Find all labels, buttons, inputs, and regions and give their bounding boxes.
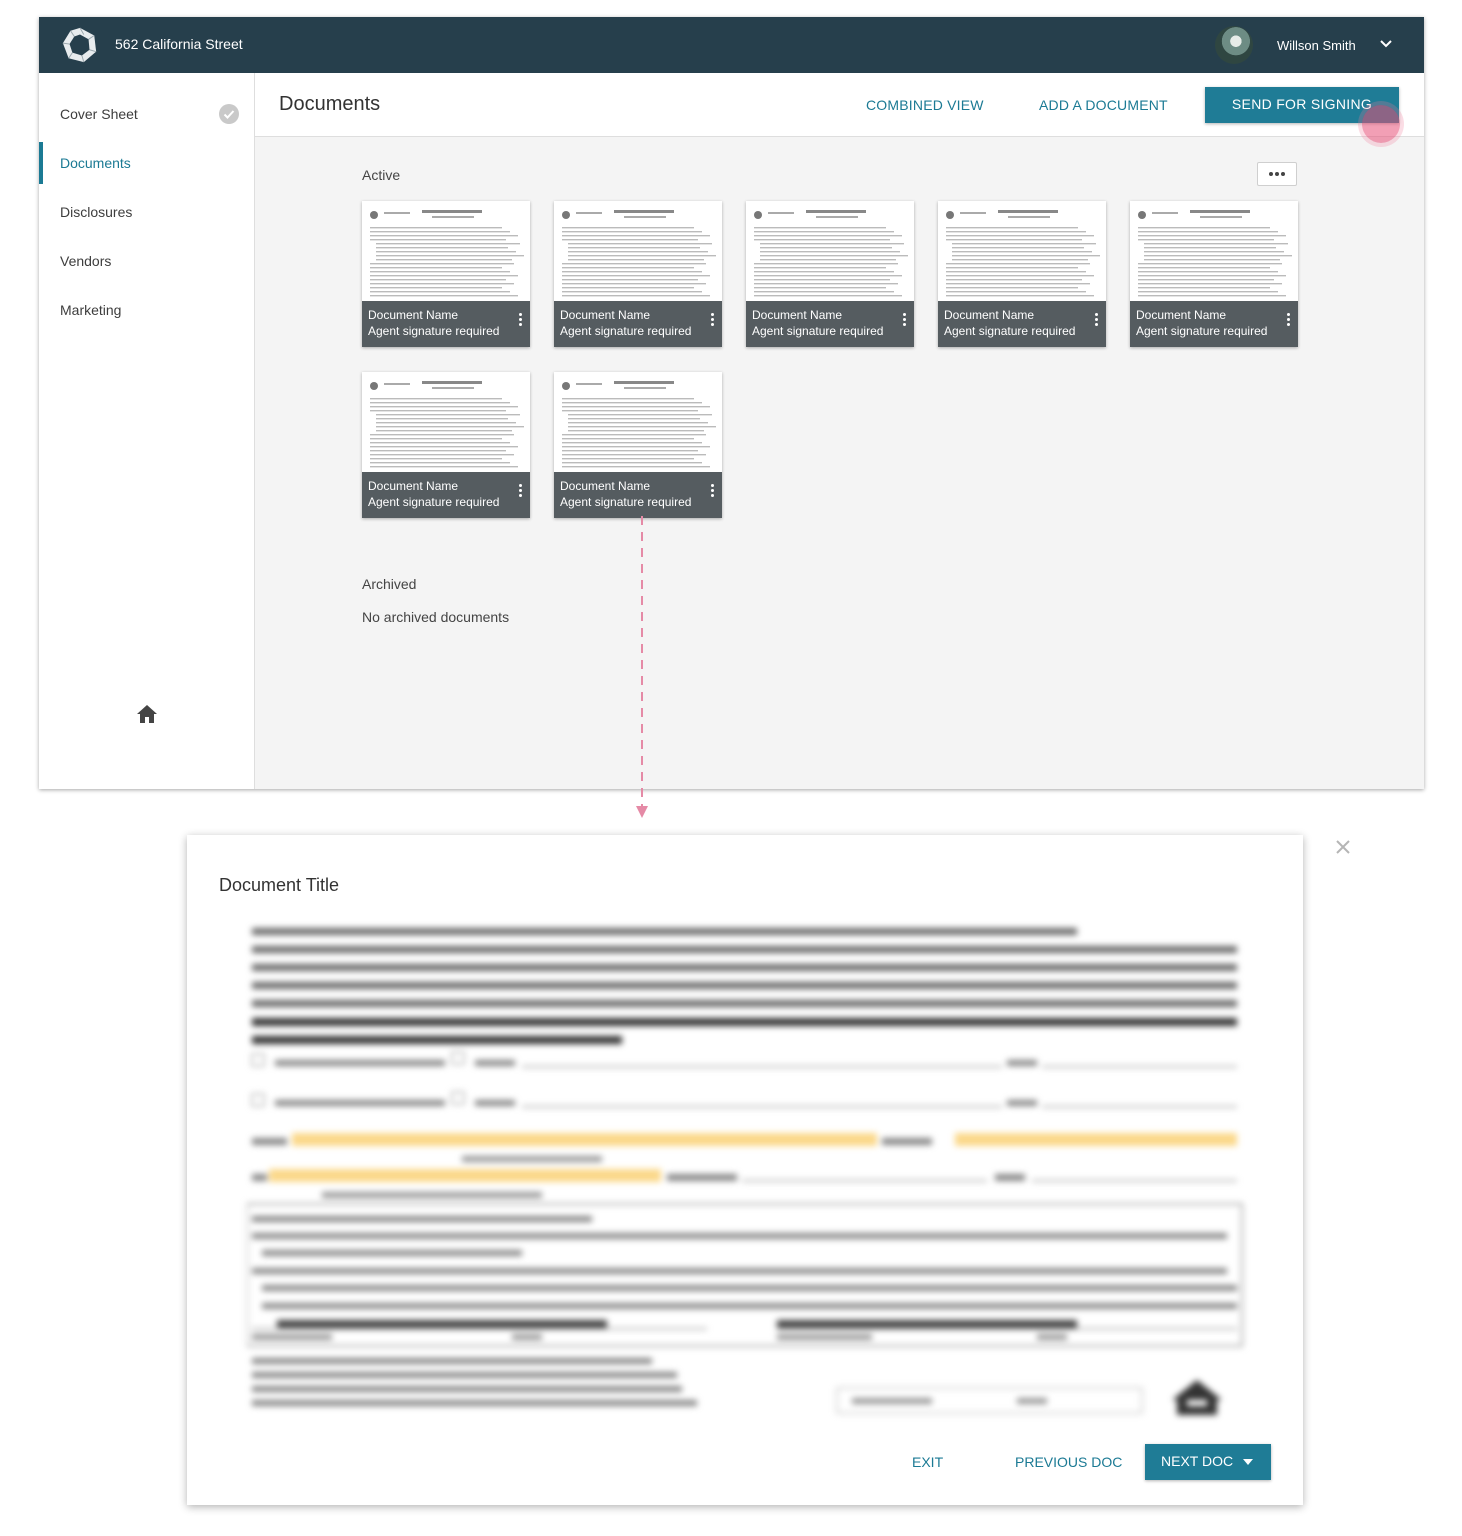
- document-preview: [247, 928, 1243, 1415]
- exit-button[interactable]: EXIT: [912, 1454, 943, 1470]
- document-card-2[interactable]: Document Name Agent signature required: [554, 201, 722, 347]
- document-thumbnail: [746, 201, 914, 301]
- content-header: Documents COMBINED VIEW ADD A DOCUMENT S…: [255, 73, 1424, 137]
- property-address: 562 California Street: [115, 36, 243, 52]
- document-caption: Document Name Agent signature required: [362, 301, 530, 347]
- sidebar-item-marketing[interactable]: Marketing: [39, 289, 255, 331]
- document-thumbnail: [362, 372, 530, 472]
- more-vertical-icon[interactable]: [709, 484, 715, 502]
- document-status: Agent signature required: [368, 324, 500, 338]
- more-vertical-icon[interactable]: [901, 313, 907, 331]
- logo-icon[interactable]: [61, 26, 99, 64]
- next-doc-label: NEXT DOC: [1161, 1453, 1234, 1469]
- document-name: Document Name: [368, 308, 459, 322]
- page-title: Documents: [279, 93, 381, 115]
- document-card-3[interactable]: Document Name Agent signature required: [746, 201, 914, 347]
- document-status: Agent signature required: [368, 495, 500, 509]
- document-name: Document Name: [560, 308, 651, 322]
- document-thumbnail: [554, 372, 722, 472]
- document-caption: Document Name Agent signature required: [938, 301, 1106, 347]
- more-vertical-icon[interactable]: [517, 313, 523, 331]
- avatar[interactable]: [1215, 26, 1253, 64]
- document-card-5[interactable]: Document Name Agent signature required: [1130, 201, 1298, 347]
- sidebar-item-label: Cover Sheet: [60, 106, 138, 122]
- check-circle-icon: [219, 104, 239, 124]
- archived-empty-message: No archived documents: [362, 609, 510, 625]
- previous-doc-button[interactable]: PREVIOUS DOC: [1015, 1454, 1122, 1470]
- combined-view-button[interactable]: COMBINED VIEW: [866, 97, 984, 113]
- caret-down-icon: [1243, 1459, 1253, 1465]
- add-document-button[interactable]: ADD A DOCUMENT: [1039, 97, 1168, 113]
- document-thumbnail: [554, 201, 722, 301]
- active-section-label: Active: [362, 167, 401, 183]
- user-name[interactable]: Willson Smith: [1277, 38, 1356, 53]
- document-status: Agent signature required: [1136, 324, 1268, 338]
- archived-section-label: Archived: [362, 576, 417, 592]
- modal-title: Document Title: [219, 875, 340, 895]
- more-vertical-icon[interactable]: [1285, 313, 1291, 331]
- document-modal: Document Title EXIT PREVIOUS DOC NEXT DO…: [187, 835, 1303, 1505]
- document-card-7[interactable]: Document Name Agent signature required: [554, 372, 722, 518]
- document-name: Document Name: [1136, 308, 1227, 322]
- document-card-6[interactable]: Document Name Agent signature required: [362, 372, 530, 518]
- sidebar: Cover Sheet Documents Disclosures Vendor…: [39, 73, 255, 789]
- home-icon[interactable]: [135, 702, 159, 726]
- sidebar-item-label: Disclosures: [60, 204, 133, 220]
- document-caption: Document Name Agent signature required: [1130, 301, 1298, 347]
- next-doc-button[interactable]: NEXT DOC: [1145, 1444, 1271, 1480]
- sidebar-item-label: Documents: [60, 155, 131, 171]
- document-thumbnail: [362, 201, 530, 301]
- document-name: Document Name: [752, 308, 843, 322]
- sidebar-item-vendors[interactable]: Vendors: [39, 240, 255, 282]
- document-card-1[interactable]: Document Name Agent signature required: [362, 201, 530, 347]
- sidebar-item-documents[interactable]: Documents: [39, 142, 255, 184]
- document-card-4[interactable]: Document Name Agent signature required: [938, 201, 1106, 347]
- sidebar-item-cover-sheet[interactable]: Cover Sheet: [39, 93, 255, 135]
- document-name: Document Name: [368, 479, 459, 493]
- more-vertical-icon[interactable]: [517, 484, 523, 502]
- more-vertical-icon[interactable]: [709, 313, 715, 331]
- document-thumbnail: [1130, 201, 1298, 301]
- document-status: Agent signature required: [560, 495, 692, 509]
- document-status: Agent signature required: [752, 324, 884, 338]
- document-name: Document Name: [944, 308, 1035, 322]
- sidebar-item-label: Marketing: [60, 302, 122, 318]
- more-horizontal-icon[interactable]: [1257, 162, 1297, 186]
- document-caption: Document Name Agent signature required: [554, 472, 722, 518]
- app-window: 562 California Street Willson Smith Cove…: [39, 17, 1424, 789]
- document-thumbnail: [938, 201, 1106, 301]
- chevron-down-icon[interactable]: [1377, 35, 1395, 53]
- document-name: Document Name: [560, 479, 651, 493]
- document-caption: Document Name Agent signature required: [746, 301, 914, 347]
- document-caption: Document Name Agent signature required: [554, 301, 722, 347]
- document-status: Agent signature required: [944, 324, 1076, 338]
- top-bar: 562 California Street Willson Smith: [39, 17, 1424, 73]
- sidebar-item-label: Vendors: [60, 253, 112, 269]
- flow-arrow: [636, 516, 648, 818]
- more-vertical-icon[interactable]: [1093, 313, 1099, 331]
- close-icon[interactable]: [1334, 838, 1352, 856]
- document-caption: Document Name Agent signature required: [362, 472, 530, 518]
- document-status: Agent signature required: [560, 324, 692, 338]
- sidebar-item-disclosures[interactable]: Disclosures: [39, 191, 255, 233]
- touch-indicator: [1362, 105, 1400, 143]
